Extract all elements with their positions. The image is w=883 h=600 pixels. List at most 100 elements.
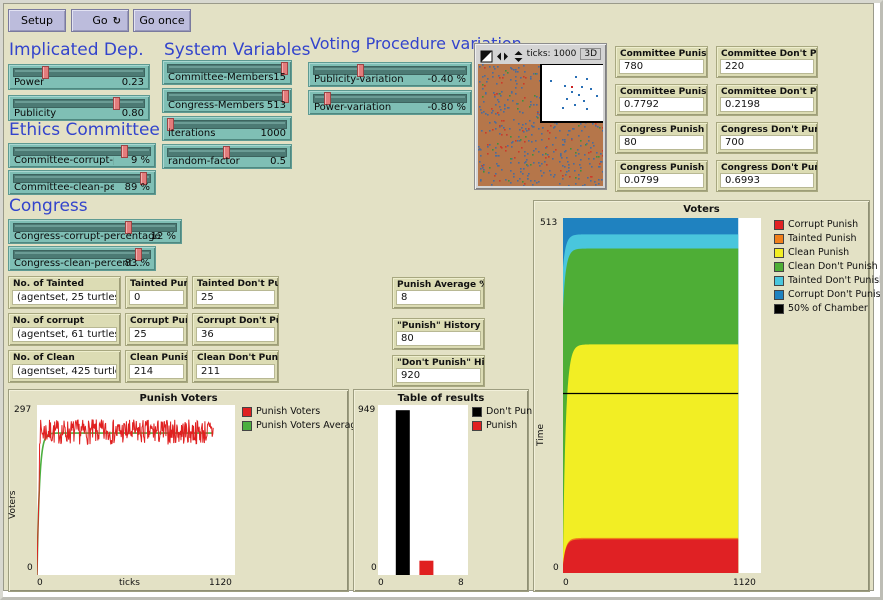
slider-label: Power	[14, 77, 45, 88]
slider-value: -0.40 %	[427, 74, 466, 85]
world-canvas[interactable]	[478, 64, 603, 186]
slider-value: 0.5	[270, 156, 286, 167]
legend-swatch	[242, 420, 252, 431]
monitor-title: Corrupt Punish	[130, 316, 187, 326]
slider-congress-corrupt-percentage[interactable]: Congress-corrupt-percentage 12 %	[8, 219, 182, 244]
plot-voters[interactable]: Voters 513 0 Time 0 1120 Corrupt Punish …	[533, 200, 883, 592]
monitor-title: Committee Don't Punish	[721, 49, 817, 59]
setup-button[interactable]: Setup	[8, 9, 66, 32]
plot-punish-voters[interactable]: Punish Voters 297 0 Voters 0 ticks 1120 …	[8, 389, 362, 592]
slider-label: iterations	[168, 128, 216, 139]
legend-label: Punish Voters	[256, 406, 321, 417]
slider-thumb[interactable]	[121, 145, 128, 158]
monitor-value: (agentset, 425 turtles)	[12, 364, 117, 379]
slider-power[interactable]: Power 0.23	[8, 64, 150, 90]
plot-title: Punish Voters	[139, 393, 218, 404]
legend-swatch	[774, 275, 784, 286]
legend-item: Corrupt Don't Punish	[774, 288, 883, 301]
legend-swatch	[774, 261, 784, 272]
world-view[interactable]: ticks: 1000 3D	[474, 43, 607, 190]
slider-publicity[interactable]: Publicity 0.80	[8, 95, 150, 121]
slider-random-factor[interactable]: random-factor 0.5	[162, 144, 292, 169]
slider-iterations[interactable]: iterations 1000	[162, 116, 292, 141]
monitor-value: (agentset, 61 turtles)	[12, 327, 117, 342]
monitor-title: Tainted Don't Punish	[197, 279, 278, 289]
slider-track	[13, 68, 145, 77]
slider-value: 1000	[260, 128, 286, 139]
legend-label: Corrupt Punish	[788, 219, 859, 230]
monitor-congress-punish: Congress Punish 80	[615, 122, 708, 154]
plot-x-min-label: 0	[37, 578, 43, 588]
go-button[interactable]: Go ↻	[71, 9, 129, 32]
monitor-title: No. of Tainted	[13, 279, 84, 289]
slider-value: 89 %	[124, 182, 150, 193]
edit-icon[interactable]	[480, 48, 493, 62]
go-once-button-label: Go once	[139, 14, 185, 27]
legend-label: Corrupt Don't Punish	[788, 289, 883, 300]
plot-table-of-results[interactable]: Table of results 949 0 0 8 Don't Punish …	[353, 389, 546, 592]
legend-label: Clean Punish	[788, 247, 850, 258]
legend-item: Corrupt Punish	[774, 218, 883, 231]
legend-swatch	[774, 233, 784, 244]
monitor-value: 0	[129, 290, 184, 305]
plot-x-min-label: 0	[563, 578, 569, 588]
monitor-value: 80	[619, 135, 704, 150]
monitor-title: Congress Don't Punish	[721, 125, 817, 135]
legend-item: Tainted Don't Punish	[774, 274, 883, 287]
monitor-title: Clean Don't Punish	[197, 353, 279, 363]
plot-canvas[interactable]	[378, 405, 468, 575]
slider-value: 0.23	[121, 77, 144, 88]
legend-item: Tainted Punish	[774, 232, 883, 245]
monitor-committee-punish-pct: Committee Punish % 0.7792	[615, 84, 708, 116]
slider-congress-clean-percentage[interactable]: Congress-clean-percent… 83 %	[8, 246, 156, 271]
monitor-value: 0.6993	[720, 173, 814, 188]
monitor-clean-dont-punish: Clean Don't Punish 211	[192, 350, 279, 383]
go-once-button[interactable]: Go once	[133, 9, 191, 32]
slider-publicity-variation[interactable]: Publicity-variation -0.40 %	[308, 62, 472, 87]
plot-x-max-label: 1120	[209, 578, 232, 588]
plot-x-min-label: 0	[378, 578, 384, 588]
slider-value: 12 %	[150, 231, 176, 242]
monitor-corrupt-dont-punish: Corrupt Don't Punish 36	[192, 313, 279, 346]
horizontal-arrows-icon[interactable]	[496, 48, 509, 61]
monitor-title: Congress Don't Punish %	[721, 163, 817, 173]
slider-committee-members[interactable]: Committee-Members 15	[162, 60, 292, 85]
toggle-3d-button[interactable]: 3D	[580, 48, 601, 60]
section-title-ethics-committee: Ethics Committee	[9, 120, 160, 140]
plot-canvas[interactable]	[37, 405, 235, 575]
plot-y-min-label: 0	[553, 563, 559, 573]
legend-swatch	[774, 219, 784, 230]
slider-label: Congress-Members	[168, 100, 265, 111]
slider-thumb[interactable]	[113, 97, 120, 110]
monitor-title: "Don't Punish" History	[397, 358, 485, 368]
monitor-value: 25	[196, 290, 275, 305]
plot-y-min-label: 0	[27, 563, 33, 573]
netlogo-app-window: Setup Go ↻ Go once Implicated Dep. Syste…	[0, 0, 883, 600]
monitor-committee-dont-punish: Committee Don't Punish 220	[716, 46, 818, 78]
slider-committee-corrupt-percentage[interactable]: Committee-corrupt-perce… 9 %	[8, 143, 156, 168]
monitor-value: 0.7792	[619, 97, 704, 112]
monitor-value: 80	[396, 331, 481, 346]
slider-power-variation[interactable]: Power-variation -0.80 %	[308, 90, 472, 115]
vertical-arrows-icon[interactable]	[512, 48, 525, 62]
slider-congress-members[interactable]: Congress-Members 513	[162, 88, 292, 113]
monitor-value: 780	[619, 59, 704, 74]
monitor-title: "Punish" History	[397, 321, 481, 331]
slider-track	[13, 99, 145, 108]
monitor-value: 25	[129, 327, 184, 342]
section-title-implicated: Implicated Dep.	[9, 40, 144, 60]
monitor-value: 220	[720, 59, 814, 74]
legend-swatch	[774, 289, 784, 300]
plot-y-max-label: 297	[14, 405, 32, 415]
plot-legend: Corrupt Punish Tainted Punish Clean Puni…	[774, 218, 883, 316]
monitor-punish-history: "Punish" History 80	[392, 318, 485, 350]
plot-y-min-label: 0	[371, 563, 377, 573]
slider-label: Congress-corrupt-percentage	[14, 231, 161, 242]
monitor-value: 0.2198	[720, 97, 814, 112]
plot-canvas[interactable]	[563, 218, 761, 573]
monitor-value: (agentset, 25 turtles)	[12, 290, 117, 305]
slider-committee-clean-percentage[interactable]: Committee-clean-percen… 89 %	[8, 170, 156, 195]
slider-label: Congress-clean-percent…	[14, 258, 143, 269]
monitor-punish-average-pct: Punish Average % 8	[392, 277, 485, 309]
monitor-title: Tainted Punish	[130, 279, 188, 289]
